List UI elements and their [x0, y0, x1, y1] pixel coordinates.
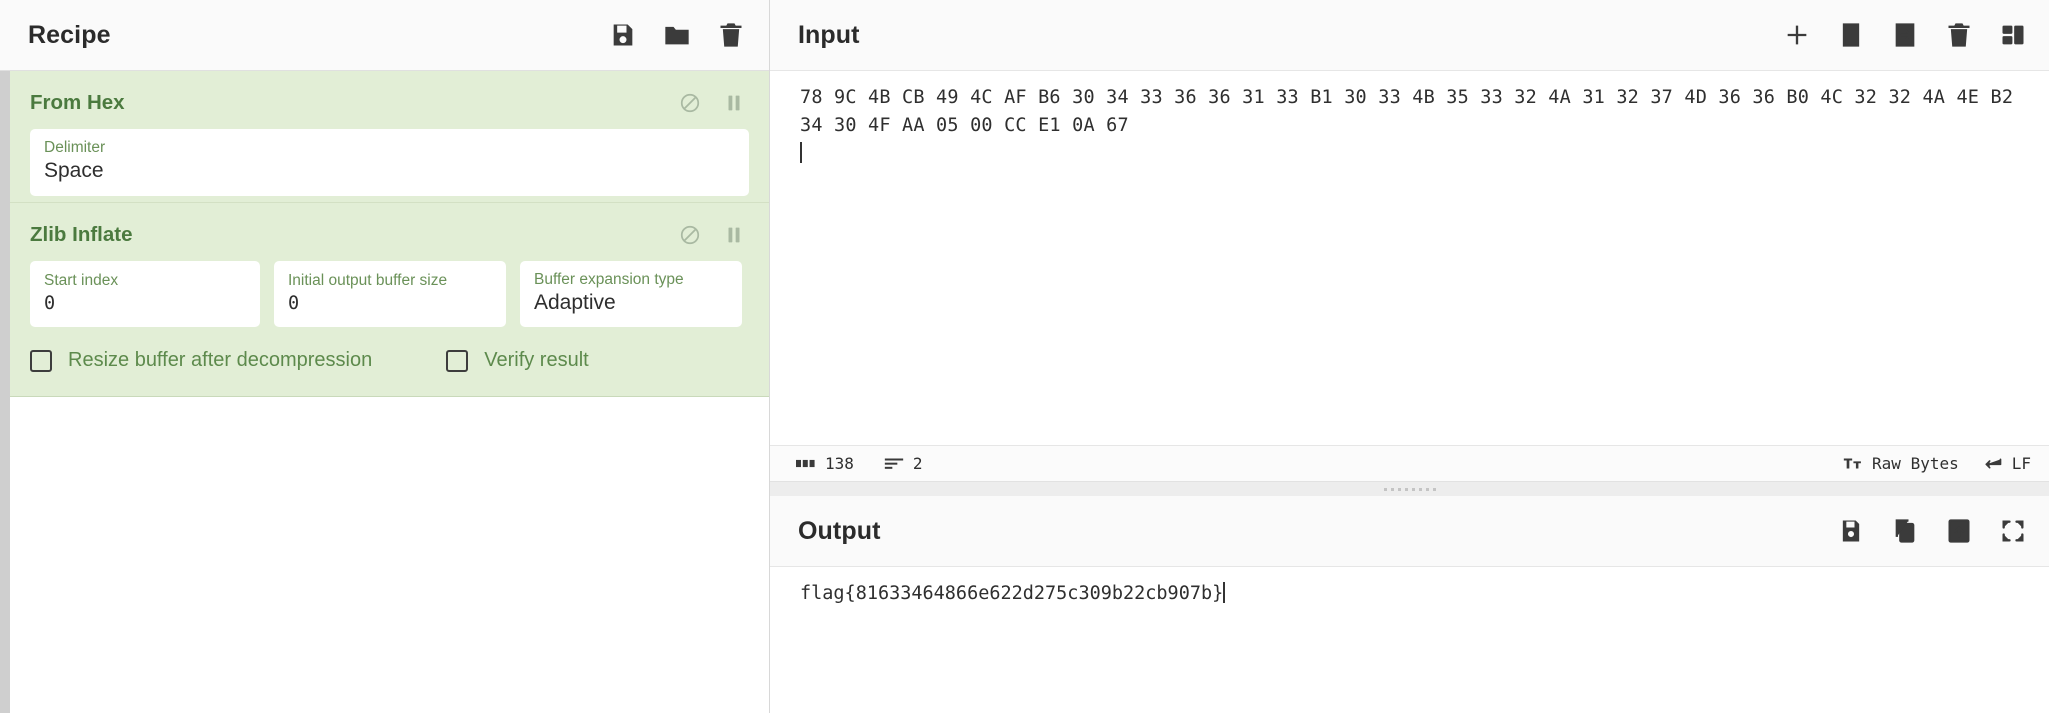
input-pane: Input 78 9C 4B CB 49 4C AF B6 30 34 33 3… — [770, 0, 2049, 482]
save-recipe-icon[interactable] — [609, 21, 637, 49]
add-input-tab-icon[interactable] — [1783, 21, 1811, 49]
checkbox-label: Verify result — [484, 349, 589, 372]
arg-label: Start index — [44, 272, 119, 290]
arg-initial-output-buffer-size[interactable]: Initial output buffer size 0 — [274, 260, 506, 328]
input-length-value: 138 — [825, 454, 854, 473]
character-encoding-icon — [1843, 455, 1863, 472]
recipe-scrollbar[interactable] — [0, 71, 10, 713]
open-file-as-input-icon[interactable] — [1891, 21, 1919, 49]
breakpoint-icon[interactable] — [723, 92, 745, 114]
input-encoding-value: Raw Bytes — [1872, 454, 1959, 473]
text-caret — [800, 142, 802, 163]
arg-delimiter[interactable]: Delimiter Space — [30, 129, 749, 196]
copy-output-icon[interactable] — [1891, 517, 1919, 545]
output-title: Output — [798, 516, 881, 545]
arg-label: Initial output buffer size — [288, 272, 448, 290]
character-count-icon — [796, 455, 816, 472]
text-caret — [1223, 582, 1225, 603]
operation-title: From Hex — [30, 91, 125, 114]
input-editor[interactable]: 78 9C 4B CB 49 4C AF B6 30 34 33 36 36 3… — [770, 71, 2049, 445]
arg-label: Delimiter — [44, 139, 106, 156]
input-header: Input — [770, 0, 2049, 71]
output-pane: Output flag{81633464866e622d275c309b22cb… — [770, 496, 2049, 713]
operation-zlib-inflate[interactable]: Zlib Inflate Start index 0 Initial outpu… — [10, 202, 769, 398]
input-line: 34 30 4F AA 05 00 CC E1 0A 67 — [800, 115, 1129, 136]
input-line-ending-value: LF — [2011, 454, 2031, 473]
line-ending-icon — [1983, 455, 2003, 472]
input-status-bar: 138 2 Raw Bytes LF — [770, 445, 2049, 481]
recipe-empty-area[interactable] — [10, 397, 769, 713]
clear-input-icon[interactable] — [1945, 21, 1973, 49]
arg-start-index[interactable]: Start index 0 — [30, 260, 260, 328]
input-line: 78 9C 4B CB 49 4C AF B6 30 34 33 36 36 3… — [800, 87, 2014, 108]
arg-value: 0 — [288, 292, 300, 314]
input-length-status[interactable]: 138 — [796, 454, 854, 473]
input-lines-status[interactable]: 2 — [884, 454, 923, 473]
operation-header: Zlib Inflate — [10, 203, 769, 261]
input-title: Input — [798, 20, 860, 49]
output-header: Output — [770, 496, 2049, 567]
input-encoding-status[interactable]: Raw Bytes — [1843, 454, 1959, 473]
operation-checkboxes: Resize buffer after decompression Verify… — [10, 327, 769, 390]
load-recipe-icon[interactable] — [663, 21, 691, 49]
arg-label: Buffer expansion type — [534, 270, 684, 288]
output-editor[interactable]: flag{81633464866e622d275c309b22cb907b} — [770, 567, 2049, 713]
arg-value: 0 — [44, 292, 56, 314]
recipe-toolbar — [609, 21, 745, 49]
recipe-header: Recipe — [0, 0, 769, 71]
open-folder-as-input-icon[interactable] — [1837, 21, 1865, 49]
operation-header: From Hex — [10, 71, 769, 129]
operation-arguments: Delimiter Space — [10, 129, 769, 196]
reset-pane-layout-icon[interactable] — [1999, 21, 2027, 49]
output-toolbar — [1837, 517, 2027, 545]
output-text: flag{81633464866e622d275c309b22cb907b} — [800, 583, 1224, 604]
input-line-ending-status[interactable]: LF — [1983, 454, 2031, 473]
cyberchef-app: Recipe From Hex Delimiter Space Zlib Inf… — [0, 0, 2049, 713]
disable-operation-icon[interactable] — [679, 92, 701, 114]
save-output-icon[interactable] — [1837, 517, 1865, 545]
checkbox-label: Resize buffer after decompression — [68, 349, 373, 372]
arg-value: Space — [44, 159, 104, 183]
io-splitter[interactable] — [770, 482, 2049, 496]
maximise-output-icon[interactable] — [1999, 517, 2027, 545]
checkbox-verify-result[interactable]: Verify result — [446, 349, 589, 372]
operation-from-hex[interactable]: From Hex Delimiter Space — [10, 71, 769, 203]
operation-controls — [679, 224, 745, 246]
clear-recipe-icon[interactable] — [717, 21, 745, 49]
replace-input-with-output-icon[interactable] — [1945, 517, 1973, 545]
operation-controls — [679, 92, 745, 114]
checkbox-resize-buffer-after-decompression[interactable]: Resize buffer after decompression — [30, 349, 372, 372]
input-lines-value: 2 — [912, 454, 923, 473]
arg-buffer-expansion-type[interactable]: Buffer expansion type Adaptive — [520, 260, 742, 328]
operation-list: From Hex Delimiter Space Zlib Inflate St… — [10, 71, 769, 398]
breakpoint-icon[interactable] — [723, 224, 745, 246]
checkbox-box[interactable] — [30, 349, 52, 372]
arg-value: Adaptive — [534, 291, 616, 314]
checkbox-box[interactable] — [446, 349, 469, 372]
io-pane: Input 78 9C 4B CB 49 4C AF B6 30 34 33 3… — [770, 0, 2049, 713]
recipe-title: Recipe — [28, 20, 111, 49]
recipe-pane: Recipe From Hex Delimiter Space Zlib Inf… — [0, 0, 770, 713]
operation-arguments: Start index 0 Initial output buffer size… — [10, 260, 769, 328]
splitter-grip — [1383, 487, 1436, 491]
line-count-icon — [884, 455, 904, 472]
recipe-body: From Hex Delimiter Space Zlib Inflate St… — [0, 71, 769, 713]
input-toolbar — [1783, 21, 2027, 49]
disable-operation-icon[interactable] — [679, 224, 701, 246]
operation-title: Zlib Inflate — [30, 222, 133, 246]
